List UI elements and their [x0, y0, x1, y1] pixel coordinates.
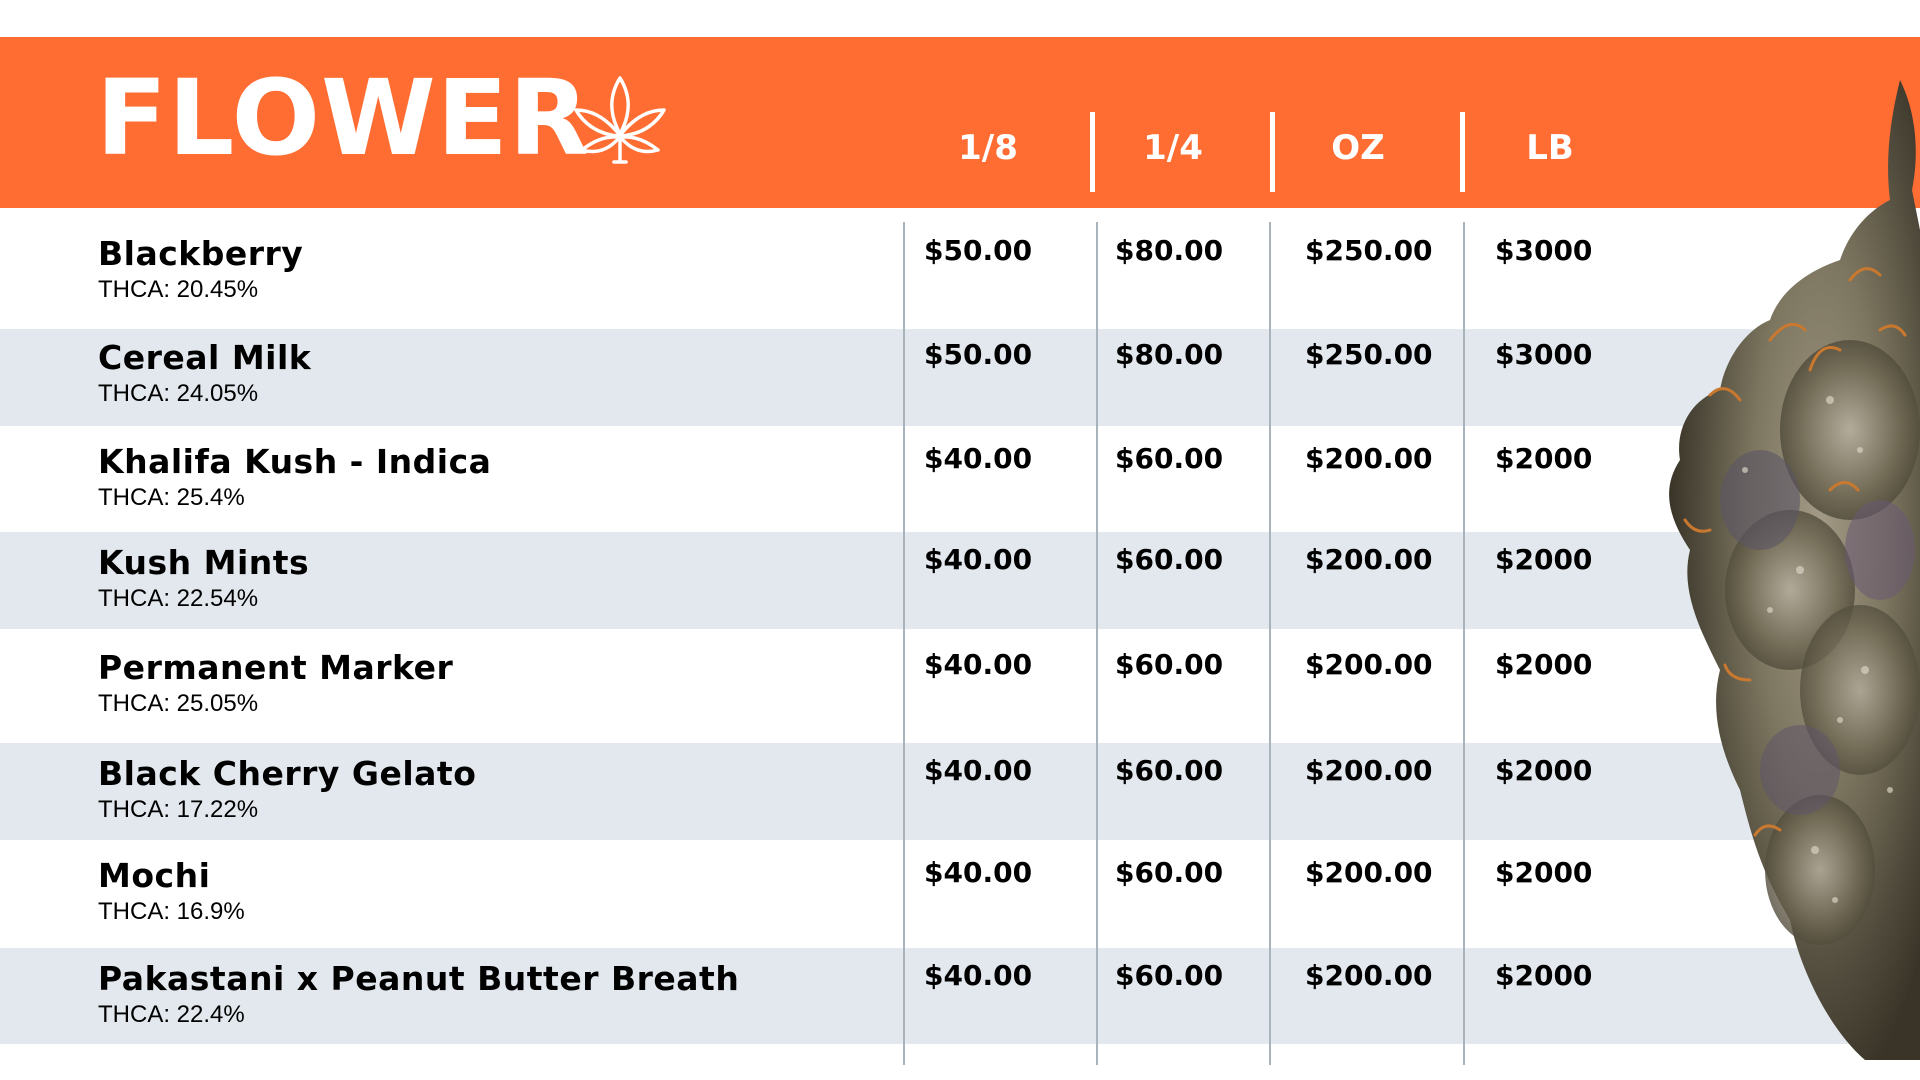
table-row: Khalifa Kush - Indica THCA: 25.4% $40.00… — [0, 426, 1920, 532]
column-separator — [1270, 112, 1275, 192]
price-quarter: $80.00 — [1115, 338, 1224, 371]
price-pound: $2000 — [1495, 959, 1593, 992]
price-quarter: $60.00 — [1115, 856, 1224, 889]
product-name: Cereal Milk — [98, 338, 312, 377]
price-ounce: $200.00 — [1305, 856, 1433, 889]
price-ounce: $250.00 — [1305, 234, 1433, 267]
price-quarter: $60.00 — [1115, 648, 1224, 681]
table-row: Cereal Milk THCA: 24.05% $50.00 $80.00 $… — [0, 329, 1920, 426]
column-header-pound: LB — [1526, 128, 1574, 168]
product-thca: THCA: 25.4% — [98, 484, 245, 511]
price-quarter: $60.00 — [1115, 959, 1224, 992]
column-divider — [1463, 222, 1465, 1065]
price-pound: $3000 — [1495, 234, 1593, 267]
price-pound: $2000 — [1495, 648, 1593, 681]
column-header-quarter: 1/4 — [1143, 128, 1203, 168]
product-name: Kush Mints — [98, 543, 310, 582]
column-header-eighth: 1/8 — [958, 128, 1018, 168]
table-row: Blackberry THCA: 20.45% $50.00 $80.00 $2… — [0, 208, 1920, 329]
price-pound: $2000 — [1495, 856, 1593, 889]
menu-board: FLOWER 1/8 1/4 OZ LB Blackberry THCA: 20… — [0, 0, 1920, 1080]
column-header-ounce: OZ — [1331, 128, 1385, 168]
product-name: Khalifa Kush - Indica — [98, 442, 492, 481]
product-thca: THCA: 24.05% — [98, 380, 259, 407]
price-ounce: $200.00 — [1305, 442, 1433, 475]
product-thca: THCA: 25.05% — [98, 690, 259, 717]
product-name: Blackberry — [98, 234, 304, 273]
price-eighth: $40.00 — [924, 856, 1033, 889]
price-quarter: $60.00 — [1115, 543, 1224, 576]
column-separator — [1460, 112, 1465, 192]
table-row: Permanent Marker THCA: 25.05% $40.00 $60… — [0, 629, 1920, 743]
price-quarter: $60.00 — [1115, 442, 1224, 475]
page-title: FLOWER — [96, 57, 590, 179]
product-name: Black Cherry Gelato — [98, 754, 477, 793]
table-row: Mochi THCA: 16.9% $40.00 $60.00 $200.00 … — [0, 840, 1920, 948]
price-eighth: $40.00 — [924, 543, 1033, 576]
cannabis-leaf-icon — [574, 76, 666, 164]
table-row: Black Cherry Gelato THCA: 17.22% $40.00 … — [0, 743, 1920, 840]
price-eighth: $40.00 — [924, 754, 1033, 787]
product-thca: THCA: 16.9% — [98, 898, 245, 925]
product-thca: THCA: 17.22% — [98, 796, 259, 823]
product-thca: THCA: 22.54% — [98, 585, 259, 612]
table-row: Pakastani x Peanut Butter Breath THCA: 2… — [0, 948, 1920, 1044]
product-name: Mochi — [98, 856, 211, 895]
column-divider — [903, 222, 905, 1065]
price-pound: $3000 — [1495, 338, 1593, 371]
price-eighth: $40.00 — [924, 648, 1033, 681]
column-divider — [1096, 222, 1098, 1065]
table-row: Kush Mints THCA: 22.54% $40.00 $60.00 $2… — [0, 532, 1920, 629]
price-ounce: $200.00 — [1305, 959, 1433, 992]
product-name: Permanent Marker — [98, 648, 454, 687]
price-eighth: $50.00 — [924, 338, 1033, 371]
price-eighth: $40.00 — [924, 959, 1033, 992]
price-eighth: $50.00 — [924, 234, 1033, 267]
product-thca: THCA: 22.4% — [98, 1001, 245, 1028]
price-ounce: $200.00 — [1305, 543, 1433, 576]
price-pound: $2000 — [1495, 543, 1593, 576]
price-pound: $2000 — [1495, 442, 1593, 475]
price-eighth: $40.00 — [924, 442, 1033, 475]
product-name: Pakastani x Peanut Butter Breath — [98, 959, 740, 998]
cannabis-bud-image — [1669, 80, 1920, 1060]
product-thca: THCA: 20.45% — [98, 276, 259, 303]
price-ounce: $250.00 — [1305, 338, 1433, 371]
column-divider — [1269, 222, 1271, 1065]
price-pound: $2000 — [1495, 754, 1593, 787]
price-ounce: $200.00 — [1305, 754, 1433, 787]
column-separator — [1090, 112, 1095, 192]
price-quarter: $60.00 — [1115, 754, 1224, 787]
price-quarter: $80.00 — [1115, 234, 1224, 267]
price-ounce: $200.00 — [1305, 648, 1433, 681]
